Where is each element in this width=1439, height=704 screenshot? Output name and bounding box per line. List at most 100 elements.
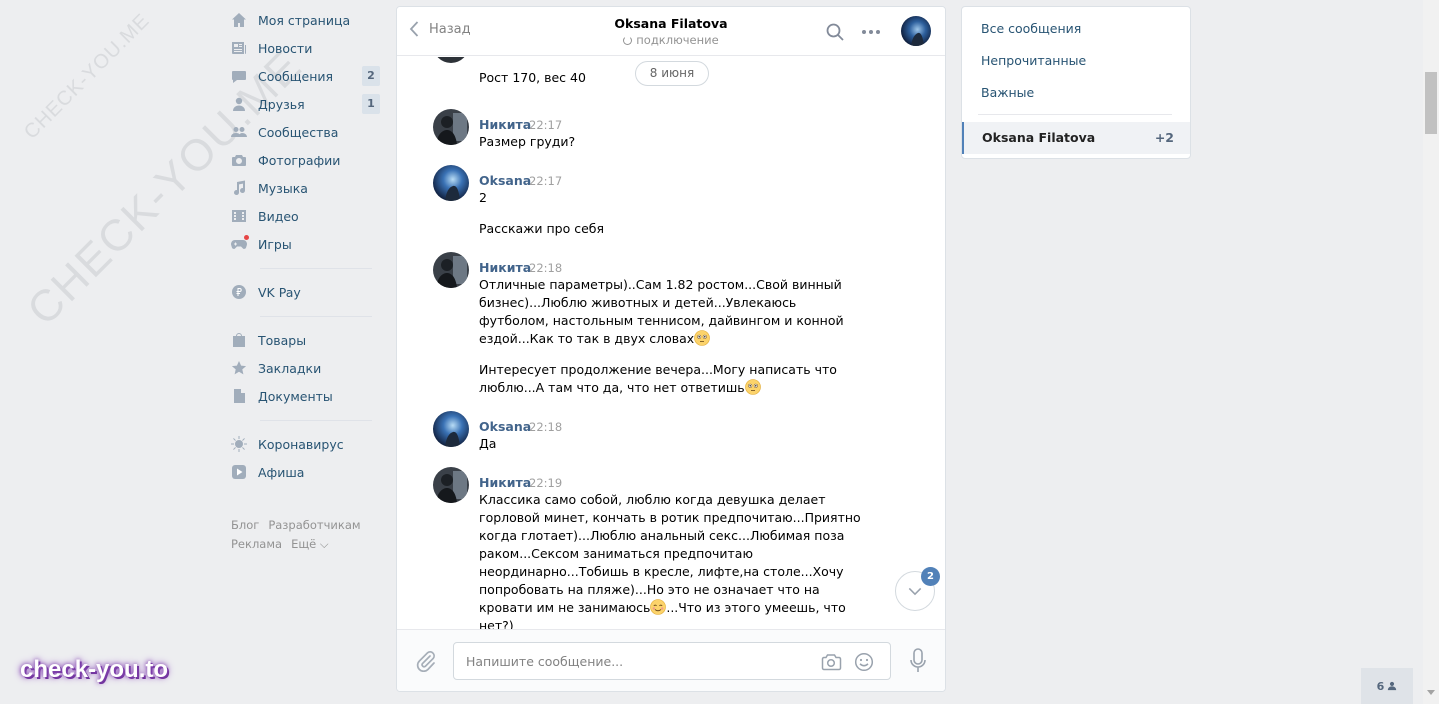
nav-divider — [260, 420, 372, 421]
avatar[interactable] — [433, 109, 469, 145]
person-icon — [1388, 681, 1397, 691]
peer-avatar[interactable] — [901, 16, 931, 46]
nav-item-music[interactable]: Музыка — [228, 174, 380, 202]
nav-label: Фотографии — [258, 152, 341, 168]
avatar[interactable] — [433, 411, 469, 447]
flushed-emoji-icon — [694, 330, 710, 346]
messages-count-badge: 2 — [362, 66, 380, 86]
avatar[interactable] — [433, 467, 469, 503]
unread-count-badge: 2 — [921, 567, 940, 586]
home-icon — [231, 12, 247, 28]
search-icon[interactable] — [825, 22, 845, 42]
message-author[interactable]: Oksana 22:17 — [479, 173, 562, 188]
message-text: Отличные параметры)..Сам 1.82 ростом...С… — [479, 277, 844, 346]
nav-item-photos[interactable]: Фотографии — [228, 146, 380, 174]
nav-label: Новости — [258, 40, 313, 56]
message-text: Интересует продолжение вечера...Могу нап… — [479, 362, 837, 395]
nav-label: Игры — [258, 236, 292, 252]
flushed-emoji-icon — [744, 379, 761, 395]
ruble-icon — [231, 284, 247, 300]
smiling-emoji-icon — [650, 599, 667, 615]
avatar[interactable] — [433, 165, 469, 201]
nav-item-documents[interactable]: Документы — [228, 382, 380, 410]
filter-important[interactable]: Важные — [981, 85, 1034, 100]
active-conversation-item[interactable]: Oksana Filatova +2 — [962, 122, 1190, 154]
message-input-box — [453, 642, 891, 680]
nav-item-bookmarks[interactable]: Закладки — [228, 354, 380, 382]
date-separator: 8 июня — [635, 61, 709, 86]
avatar[interactable] — [433, 57, 469, 63]
nav-label: Коронавирус — [258, 436, 344, 452]
nav-item-video[interactable]: Видео — [228, 202, 380, 230]
more-icon[interactable] — [860, 22, 882, 42]
nav-label: Видео — [258, 208, 299, 224]
chevron-down-icon — [908, 587, 922, 595]
nav-label: VK Pay — [258, 284, 301, 300]
footer-link-developers[interactable]: Разработчикам — [268, 518, 360, 532]
scrollbar-thumb[interactable] — [1425, 72, 1437, 134]
nav-item-messages[interactable]: Сообщения 2 — [228, 62, 380, 90]
footer-link-ads[interactable]: Реклама — [231, 537, 282, 551]
nav-label: Сообщения — [258, 68, 334, 84]
friends-count-badge: 1 — [362, 94, 380, 114]
message-time: 22:17 — [529, 174, 563, 188]
notification-dot — [244, 235, 249, 240]
nav-footer: Блог Разработчикам Реклама Ещё ⌵ — [228, 516, 380, 554]
filter-unread[interactable]: Непрочитанные — [981, 53, 1086, 68]
chat-panel: Назад Oksana Filatova подключение 8 июня… — [396, 6, 946, 692]
message-history[interactable]: 8 июня Рост 170, вес 40 Никита 22:17 Разм… — [397, 57, 945, 629]
message-time: 22:19 — [529, 476, 563, 490]
message-author[interactable]: Никита 22:19 — [479, 475, 562, 490]
nav-label: Товары — [258, 332, 307, 348]
news-icon — [231, 40, 247, 56]
message-text: Да — [479, 436, 497, 451]
nav-item-groups[interactable]: Сообщества — [228, 118, 380, 146]
nav-item-vk-pay[interactable]: VK Pay — [228, 278, 380, 306]
nav-divider — [260, 316, 372, 317]
footer-link-more[interactable]: Ещё ⌵ — [291, 537, 329, 551]
nav-item-coronavirus[interactable]: Коронавирус — [228, 430, 380, 458]
nav-item-goods[interactable]: Товары — [228, 326, 380, 354]
chat-header: Назад Oksana Filatova подключение — [397, 7, 945, 56]
footer-link-blog[interactable]: Блог — [231, 518, 259, 532]
nav-item-news[interactable]: Новости — [228, 34, 380, 62]
emoji-icon[interactable] — [854, 652, 874, 672]
scroll-down-arrow-icon[interactable] — [1427, 690, 1435, 695]
microphone-icon[interactable] — [909, 648, 927, 674]
avatar[interactable] — [433, 252, 469, 288]
nav-label: Друзья — [258, 96, 305, 112]
online-friends-button[interactable]: 6 — [1361, 668, 1413, 704]
message-author[interactable]: Oksana 22:18 — [479, 419, 562, 434]
nav-item-games[interactable]: Игры — [228, 230, 380, 258]
document-icon — [231, 388, 247, 404]
nav-item-events[interactable]: Афиша — [228, 458, 380, 486]
nav-item-friends[interactable]: Друзья 1 — [228, 90, 380, 118]
message-author[interactable]: Никита 22:17 — [479, 117, 562, 132]
conversation-unread-count: +2 — [1154, 130, 1174, 145]
message-text: Размер груди? — [479, 134, 576, 149]
music-icon — [231, 180, 247, 196]
filter-divider — [978, 114, 1172, 115]
paperclip-icon[interactable] — [415, 650, 437, 672]
conversation-name: Oksana Filatova — [982, 130, 1096, 145]
message-author[interactable]: Никита 22:18 — [479, 260, 562, 275]
message-text: 2 — [479, 190, 487, 205]
virus-icon — [231, 436, 247, 452]
play-icon — [231, 464, 247, 480]
message-text: Расскажи про себя — [479, 221, 605, 236]
camera-icon — [231, 152, 247, 168]
online-count: 6 — [1376, 679, 1385, 693]
camera-icon[interactable] — [820, 652, 842, 672]
message-text: Классика само собой, люблю когда девушка… — [479, 492, 861, 629]
nav-item-my-page[interactable]: Моя страница — [228, 6, 380, 34]
left-navigation: Моя страница Новости Сообщения 2 Друзья … — [228, 6, 380, 554]
message-composer — [397, 629, 945, 691]
nav-label: Сообщества — [258, 124, 339, 140]
bag-icon — [231, 332, 247, 348]
nav-label: Афиша — [258, 464, 305, 480]
filter-all-messages[interactable]: Все сообщения — [981, 21, 1081, 36]
page-scrollbar[interactable] — [1423, 0, 1439, 704]
video-icon — [231, 208, 247, 224]
message-input[interactable] — [466, 652, 806, 670]
friends-icon — [231, 96, 247, 112]
